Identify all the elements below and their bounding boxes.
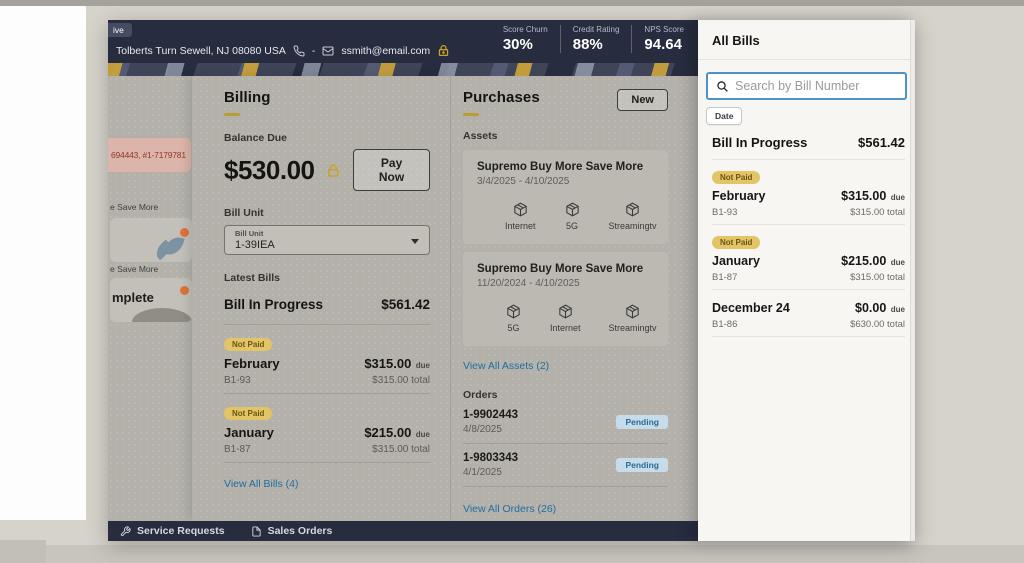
bottom-left-artifact (0, 540, 46, 563)
customer-address: Tolberts Turn Sewell, NJ 08080 USA (116, 44, 286, 57)
billing-title: Billing (224, 89, 271, 106)
score-strip: Score Churn 30% Credit Rating 88% NPS Sc… (491, 25, 696, 53)
date-filter-chip[interactable]: Date (706, 107, 743, 125)
bill-search-box (706, 72, 907, 100)
bill-row[interactable]: Not Paid January $215.00 due B1-87 $315.… (712, 225, 905, 290)
sales-orders-button[interactable]: Sales Orders (251, 525, 332, 537)
gold-underline (463, 113, 479, 116)
service-item: 5G (564, 201, 581, 231)
bill-in-progress-row: Bill In Progress $561.42 (712, 135, 905, 160)
view-all-assets-link[interactable]: View All Assets (2) (463, 360, 549, 372)
all-bills-title: All Bills (712, 33, 760, 48)
customer-header: ive Tolberts Turn Sewell, NJ 08080 USA -… (108, 20, 698, 63)
score-nps: NPS Score 94.64 (631, 25, 696, 53)
latest-bills-label: Latest Bills (224, 272, 281, 284)
view-all-orders-link[interactable]: View All Orders (26) (463, 503, 556, 515)
balance-due-label: Balance Due (224, 132, 288, 144)
service-item: Internet (505, 201, 536, 231)
leaf-illustration (152, 234, 186, 261)
pay-now-button[interactable]: Pay Now (353, 149, 430, 191)
content-area: 694443, #1-7179781 e Save More e Save Mo… (108, 76, 698, 521)
background-card: mplete (110, 278, 192, 322)
balance-due-amount: $530.00 (224, 154, 315, 185)
billing-section: Billing Balance Due $530.00 Pay Now Bill… (192, 76, 450, 521)
package-icon (514, 202, 527, 217)
bill-unit-label: Bill Unit (224, 207, 264, 219)
left-white-panel (0, 6, 86, 520)
gold-underline (224, 113, 240, 116)
status-badge: Pending (616, 458, 668, 472)
chevron-down-icon (411, 239, 419, 244)
package-icon (626, 304, 639, 319)
search-icon (717, 80, 728, 92)
view-all-bills-link[interactable]: View All Bills (4) (224, 478, 299, 490)
screen: ive Tolberts Turn Sewell, NJ 08080 USA -… (0, 0, 1024, 563)
service-item: 5G (505, 303, 522, 333)
orange-dot-decoration (180, 286, 189, 295)
bill-row[interactable]: Not Paid February $315.00 due B1-93 $315… (224, 325, 430, 394)
decorative-banner-art (108, 63, 698, 76)
orders-label: Orders (463, 389, 498, 401)
background-card-label: e Save More (110, 202, 159, 212)
service-item: Streamingtv (609, 303, 657, 333)
asset-card[interactable]: Supremo Buy More Save More 11/20/2024 - … (463, 252, 668, 346)
phone-icon (293, 44, 305, 57)
order-row[interactable]: 1-9803343 4/1/2025 Pending (463, 444, 668, 487)
order-row[interactable]: 1-9902443 4/8/2025 Pending (463, 401, 668, 444)
package-icon (507, 304, 520, 319)
lock-icon (437, 44, 450, 57)
active-status-chip: ive (108, 23, 132, 37)
background-notification-banner: 694443, #1-7179781 (108, 138, 191, 172)
main-region: ive Tolberts Turn Sewell, NJ 08080 USA -… (108, 20, 698, 541)
package-icon (559, 304, 572, 319)
email-icon (322, 45, 334, 57)
service-item: Streamingtv (609, 201, 657, 231)
bottom-edge-strip (0, 545, 1024, 563)
footer-bar: Service Requests Sales Orders (108, 521, 698, 541)
status-badge: Not Paid (712, 171, 761, 184)
new-purchase-button[interactable]: New (617, 89, 668, 111)
package-icon (565, 202, 579, 217)
score-churn: Score Churn 30% (502, 25, 548, 53)
bill-row[interactable]: Not Paid January $215.00 due B1-87 $315.… (224, 394, 430, 463)
asset-card[interactable]: Supremo Buy More Save More 3/4/2025 - 4/… (463, 150, 668, 244)
service-requests-button[interactable]: Service Requests (120, 525, 225, 537)
background-card-label: e Save More (110, 264, 159, 274)
assets-label: Assets (463, 130, 498, 142)
all-bills-panel: All Bills Date Bill In Progress $561.42 … (698, 20, 915, 541)
bill-in-progress-row: Bill In Progress $561.42 (224, 297, 430, 312)
wrench-icon (120, 525, 131, 536)
hill-illustration (132, 308, 192, 322)
scrollbar[interactable] (910, 20, 915, 541)
status-badge: Not Paid (224, 407, 273, 420)
phone-value: - (311, 44, 316, 57)
bill-row[interactable]: Not Paid February $315.00 due B1-93 $315… (712, 160, 905, 225)
status-badge: Not Paid (712, 236, 761, 249)
background-page-fragment: 694443, #1-7179781 e Save More e Save Mo… (108, 76, 192, 521)
document-icon (251, 525, 261, 537)
bill-row[interactable]: December 24 $0.00 due B1-86 $630.00 tota… (712, 290, 905, 337)
background-card (110, 218, 192, 262)
status-badge: Not Paid (224, 338, 273, 351)
package-icon (626, 202, 639, 217)
customer-email: ssmith@email.com (341, 44, 431, 57)
purchases-section: Purchases New Assets Supremo Buy More Sa… (450, 76, 698, 521)
status-badge: Pending (616, 415, 668, 429)
service-item: Internet (550, 303, 581, 333)
bill-search-input[interactable] (735, 79, 897, 93)
bill-unit-select[interactable]: Bill Unit 1-39IEA (224, 225, 430, 255)
top-edge-strip (0, 0, 1024, 6)
app-window: ive Tolberts Turn Sewell, NJ 08080 USA -… (108, 20, 915, 541)
lock-icon (326, 163, 341, 178)
score-credit-rating: Credit Rating 88% (559, 25, 632, 53)
